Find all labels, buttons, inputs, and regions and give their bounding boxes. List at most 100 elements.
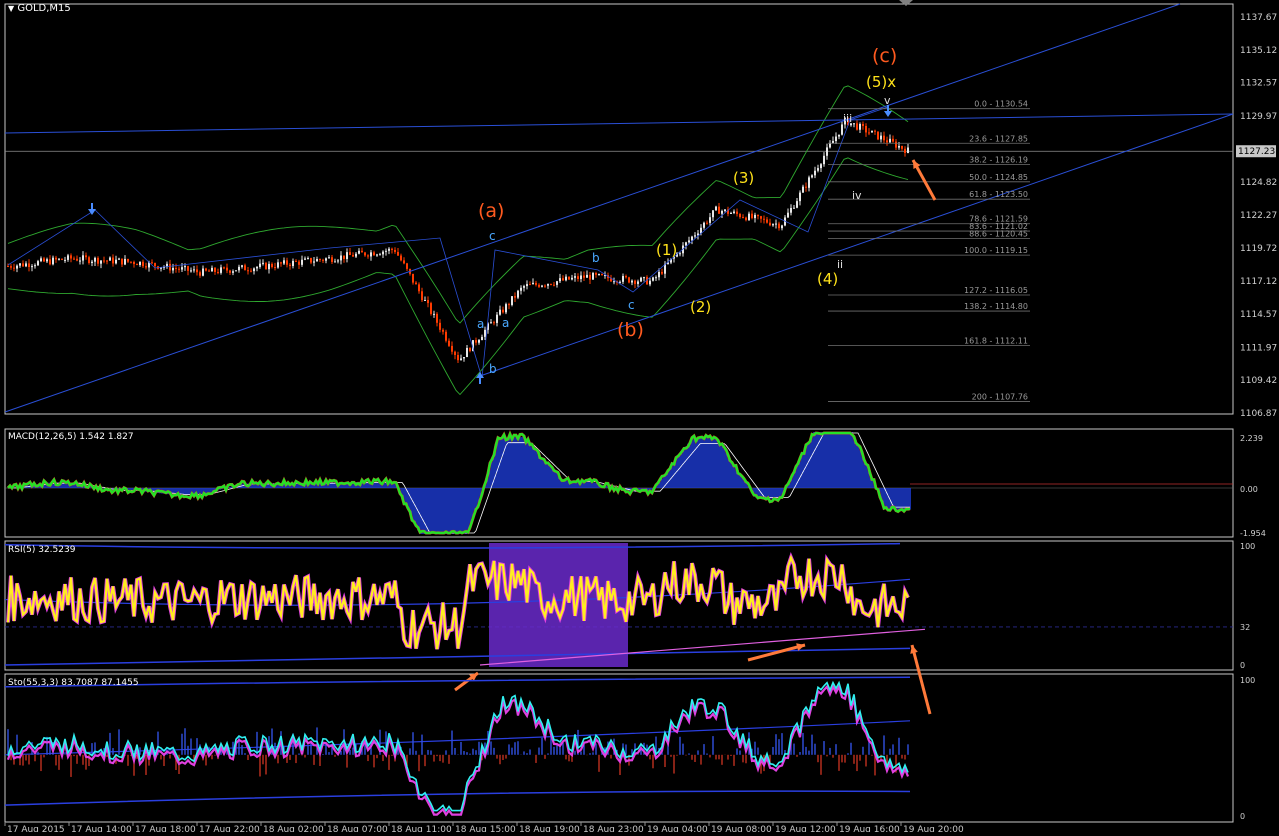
candle-body (904, 148, 906, 153)
candle-body (301, 259, 303, 265)
wave-label-iv: iv (852, 189, 862, 202)
candle-body (538, 284, 540, 287)
candle-body (286, 260, 288, 265)
candle-body (730, 212, 732, 214)
candle-body (130, 261, 132, 263)
candle-body (496, 314, 498, 323)
candle-body (328, 257, 330, 259)
candle-body (37, 261, 39, 266)
candle-body (106, 260, 108, 262)
candle-body (787, 212, 789, 218)
sto-axis-label: 0 (1240, 812, 1245, 821)
price-axis-label: 1106.87 (1240, 409, 1277, 419)
candle-body (88, 257, 90, 263)
candle-body (448, 340, 450, 346)
time-axis-label: 18 Aug 19:00 (519, 825, 580, 832)
candle-body (334, 261, 336, 263)
time-axis-label: 19 Aug 04:00 (647, 825, 708, 832)
candle-body (196, 269, 198, 273)
candle-body (13, 267, 15, 269)
chevron-down-icon[interactable]: ▼ (8, 4, 14, 13)
candle-body (103, 260, 105, 262)
candle-body (376, 254, 378, 256)
candle-body (421, 291, 423, 301)
candle-body (436, 313, 438, 323)
candle-body (535, 282, 537, 285)
candle-body (151, 262, 153, 264)
price-axis-label: 1111.97 (1240, 343, 1277, 353)
candle-body (382, 251, 384, 255)
fib-level-label: 38.2 - 1126.19 (969, 156, 1028, 165)
candle-body (502, 309, 504, 313)
candle-body (499, 309, 501, 315)
candle-body (412, 273, 414, 283)
candle-body (529, 284, 531, 286)
candle-body (745, 217, 747, 221)
candle-body (739, 213, 741, 218)
candle-body (868, 132, 870, 134)
candle-body (316, 259, 318, 262)
candle-body (715, 206, 717, 211)
candle-body (238, 266, 240, 271)
candle-body (655, 277, 657, 279)
candle-body (460, 358, 462, 361)
candle-body (58, 258, 60, 260)
candle-body (133, 261, 135, 265)
candle-body (790, 207, 792, 213)
candle-body (208, 270, 210, 272)
rsi-upper-band (4, 542, 901, 549)
arrow-icon-rsi-1 (747, 643, 806, 662)
candle-body (217, 271, 219, 273)
candle-body (91, 261, 93, 263)
candle-body (820, 164, 822, 169)
candle-body (475, 340, 477, 343)
arrow-icon-rsi-2 (910, 644, 932, 715)
candle-body (454, 351, 456, 355)
candle-body (619, 281, 621, 283)
candle-body (391, 248, 393, 250)
wave-label-1: (1) (656, 241, 677, 259)
candle-body (451, 345, 453, 352)
candle-body (34, 265, 36, 267)
candle-body (214, 267, 216, 272)
time-axis-label: 18 Aug 02:00 (263, 825, 324, 832)
candle-body (67, 255, 69, 260)
candle-body (823, 155, 825, 165)
fib-level-label: 127.2 - 1116.05 (964, 286, 1028, 295)
time-axis-label: 19 Aug 20:00 (903, 825, 964, 832)
wave-label-b-small-2: b (592, 251, 600, 265)
wave-label-b-big: (b) (617, 319, 644, 341)
candle-body (559, 278, 561, 282)
fib-level-label: 161.8 - 1112.11 (964, 337, 1028, 346)
candle-body (10, 266, 12, 268)
fib-level-label: 100.0 - 1119.15 (964, 246, 1028, 255)
candle-body (721, 210, 723, 214)
candle-body (613, 281, 615, 283)
macd-signal-line (8, 432, 910, 534)
candle-body (433, 313, 435, 315)
candle-body (415, 282, 417, 285)
candle-body (82, 255, 84, 261)
candle-body (520, 287, 522, 291)
candle-body (652, 277, 654, 281)
candle-body (211, 267, 213, 272)
candle-body (343, 255, 345, 259)
candle-body (631, 280, 633, 283)
candle-body (709, 217, 711, 223)
macd-axis-label: 0.00 (1240, 485, 1258, 494)
fib-level-label: 138.2 - 1114.80 (964, 302, 1028, 311)
candle-body (439, 322, 441, 330)
candle-body (478, 340, 480, 343)
chart-canvas[interactable]: 1137.67 1135.12 1132.57 1129.97 1124.82 1122.… (0, 0, 1279, 835)
candle-body (838, 134, 840, 137)
candle-body (172, 267, 174, 271)
candle-body (265, 262, 267, 270)
candle-body (256, 266, 258, 269)
candle-body (388, 248, 390, 251)
candle-body (706, 222, 708, 224)
candle-body (661, 271, 663, 274)
candle-body (205, 268, 207, 271)
candle-body (187, 266, 189, 271)
candle-body (193, 269, 195, 271)
candle-body (574, 276, 576, 278)
